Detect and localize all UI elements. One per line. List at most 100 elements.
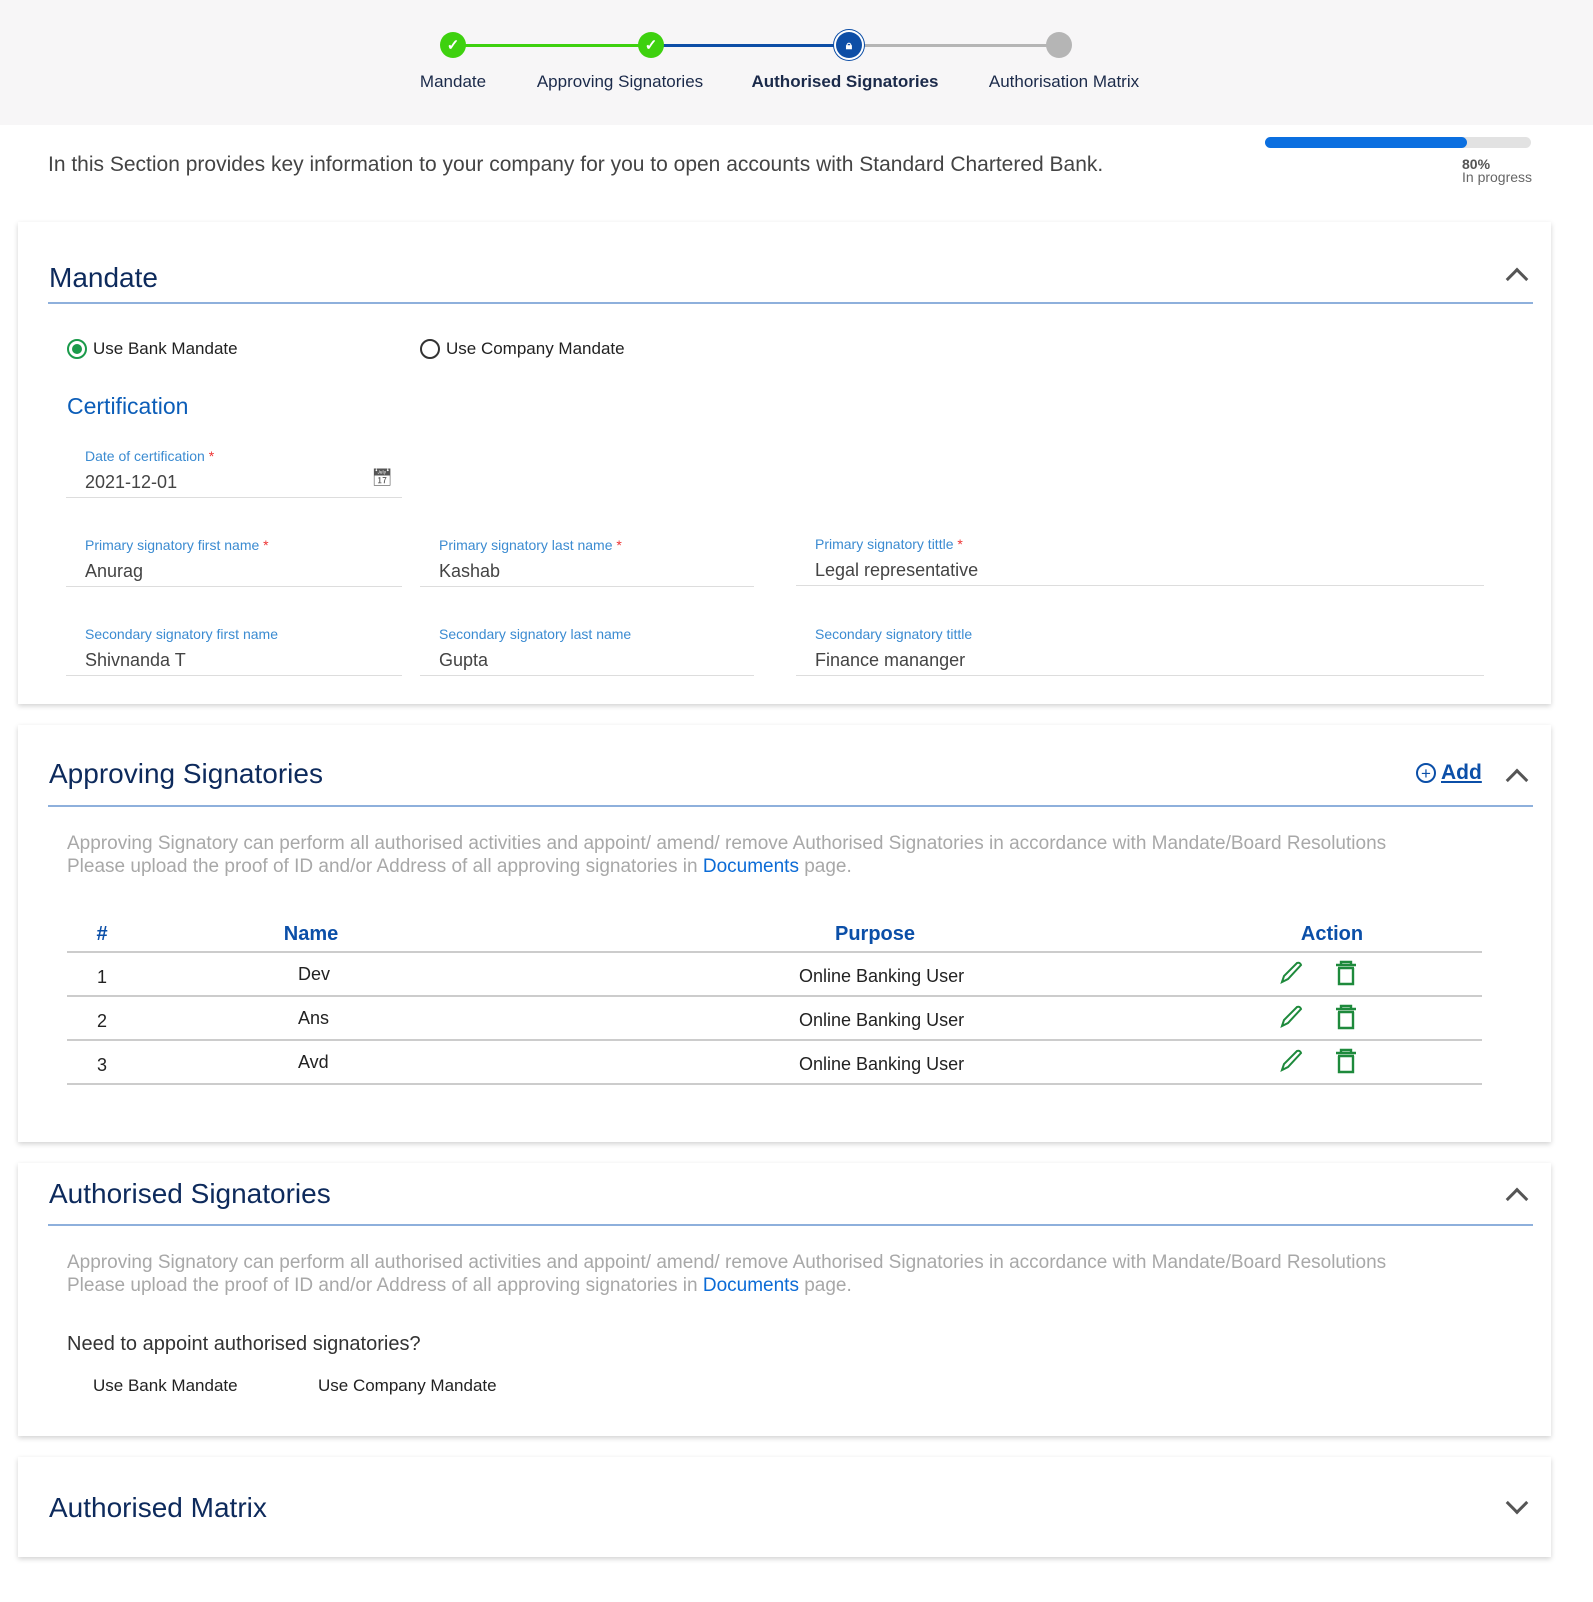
required-marker: *	[208, 448, 215, 464]
check-icon: ✓	[638, 32, 664, 58]
row-number: 2	[97, 1011, 108, 1031]
radio-unselected-icon	[420, 339, 440, 359]
certification-title: Certification	[67, 393, 189, 419]
step-approving-signatories[interactable]: Approving Signatories	[537, 72, 703, 92]
description-line: Approving Signatory can perform all auth…	[67, 1252, 1387, 1273]
documents-link[interactable]: Documents	[703, 1275, 799, 1296]
row-purpose: Online Banking User	[799, 1010, 965, 1030]
table-row: 1 Dev Online Banking User	[67, 953, 1482, 997]
pending-step-icon	[1046, 32, 1072, 58]
field-label: Primary signatory tittle	[815, 536, 954, 552]
edit-pencil-icon[interactable]	[1278, 1004, 1304, 1035]
secondary-title-field[interactable]: Secondary signatory tittle Finance manan…	[796, 616, 1484, 676]
stepper-connector	[651, 44, 849, 47]
field-label: Date of certification	[85, 448, 205, 464]
secondary-first-name-field[interactable]: Secondary signatory first name Shivnanda…	[66, 616, 402, 676]
edit-pencil-icon[interactable]	[1278, 960, 1304, 991]
field-value: Gupta	[439, 650, 489, 670]
option-company-mandate[interactable]: Use Company Mandate	[318, 1376, 497, 1396]
row-purpose: Online Banking User	[799, 1054, 965, 1074]
edit-pencil-icon[interactable]	[1278, 1048, 1304, 1079]
table-row: 3 Avd Online Banking User	[67, 1041, 1482, 1085]
field-value: Kashab	[439, 561, 501, 581]
radio-selected-icon	[67, 339, 87, 359]
radio-company-mandate[interactable]: Use Company Mandate	[420, 339, 625, 359]
divider	[48, 302, 1533, 304]
description-text: page.	[798, 856, 852, 877]
authorised-title: Authorised Signatories	[49, 1178, 331, 1209]
description-text: Please upload the proof of ID and/or Add…	[67, 1275, 703, 1296]
required-marker: *	[616, 537, 622, 553]
option-bank-mandate[interactable]: Use Bank Mandate	[93, 1376, 238, 1396]
row-name: Dev	[298, 964, 331, 984]
appoint-question: Need to appoint authorised signatories?	[67, 1333, 421, 1355]
divider	[48, 805, 1533, 807]
row-number: 3	[97, 1055, 108, 1075]
field-value: 2021-12-01	[85, 472, 178, 492]
step-mandate[interactable]: Mandate	[420, 72, 486, 92]
description-text: page.	[798, 1275, 852, 1296]
required-marker: *	[263, 537, 269, 553]
check-icon: ✓	[440, 32, 466, 58]
progress-bar	[1265, 137, 1531, 148]
field-label: Primary signatory last name	[439, 537, 613, 553]
row-name: Ans	[298, 1008, 330, 1028]
date-of-certification-field[interactable]: Date of certification * 2021-12-01 📅︎	[66, 438, 402, 498]
field-value: Finance mananger	[815, 650, 966, 670]
chevron-up-icon[interactable]	[1505, 768, 1529, 792]
calendar-icon[interactable]: 📅︎	[371, 468, 393, 488]
delete-trash-icon[interactable]	[1334, 1004, 1358, 1035]
stepper-connector	[453, 44, 651, 47]
plus-circle-icon: +	[1416, 763, 1436, 783]
required-marker: *	[957, 536, 963, 552]
chevron-up-icon[interactable]	[1505, 1187, 1529, 1211]
primary-title-field[interactable]: Primary signatory tittle * Legal represe…	[796, 526, 1484, 586]
matrix-title: Authorised Matrix	[49, 1492, 267, 1523]
field-value: Legal representative	[815, 560, 979, 580]
delete-trash-icon[interactable]	[1334, 960, 1358, 991]
progress-bar-fill	[1265, 137, 1468, 148]
documents-link[interactable]: Documents	[703, 856, 799, 877]
delete-trash-icon[interactable]	[1334, 1048, 1358, 1079]
field-label: Primary signatory first name	[85, 537, 260, 553]
field-label: Secondary signatory first name	[85, 626, 278, 642]
stepper-connector	[849, 44, 1059, 47]
field-label: Secondary signatory last name	[439, 626, 632, 642]
column-header-number: #	[96, 923, 108, 945]
progress-status: In progress	[1462, 169, 1533, 185]
lock-icon: 🔒︎	[836, 32, 862, 58]
description: Approving Signatory can perform all auth…	[67, 1251, 1386, 1297]
progress-stepper: ✓ ✓ 🔒︎ Mandate Approving Signatories Aut…	[0, 0, 1593, 125]
description-line: Approving Signatory can perform all auth…	[67, 833, 1387, 854]
primary-last-name-field[interactable]: Primary signatory last name * Kashab	[420, 527, 754, 587]
radio-label: Use Bank Mandate	[93, 339, 238, 358]
chevron-up-icon[interactable]	[1505, 267, 1529, 291]
mandate-title: Mandate	[49, 262, 158, 293]
authorised-signatories-card: Authorised Signatories Approving Signato…	[18, 1163, 1551, 1436]
approving-signatories-card: Approving Signatories + Add Approving Si…	[18, 725, 1551, 1142]
radio-bank-mandate[interactable]: Use Bank Mandate	[67, 339, 238, 359]
column-header-action: Action	[1300, 923, 1364, 945]
secondary-last-name-field[interactable]: Secondary signatory last name Gupta	[420, 616, 754, 676]
table-row: 2 Ans Online Banking User	[67, 997, 1482, 1041]
add-button[interactable]: + Add	[1416, 761, 1482, 785]
approving-title: Approving Signatories	[49, 758, 323, 789]
step-authorised-signatories[interactable]: Authorised Signatories	[751, 72, 938, 92]
column-header-name: Name	[283, 923, 339, 945]
description: Approving Signatory can perform all auth…	[67, 832, 1386, 878]
radio-label: Use Company Mandate	[446, 339, 625, 358]
row-purpose: Online Banking User	[799, 966, 965, 986]
step-authorisation-matrix[interactable]: Authorisation Matrix	[989, 72, 1139, 92]
row-number: 1	[97, 967, 108, 987]
divider	[48, 1224, 1533, 1226]
intro-text: In this Section provides key information…	[48, 153, 1104, 176]
primary-first-name-field[interactable]: Primary signatory first name * Anurag	[66, 527, 402, 587]
field-value: Anurag	[85, 561, 144, 581]
authorised-matrix-card: Authorised Matrix	[18, 1457, 1551, 1557]
description-text: Please upload the proof of ID and/or Add…	[67, 856, 703, 877]
mandate-card: Mandate Use Bank Mandate Use Company Man…	[18, 222, 1551, 704]
row-name: Avd	[298, 1052, 329, 1072]
field-value: Shivnanda T	[85, 650, 186, 670]
chevron-down-icon[interactable]	[1505, 1491, 1529, 1515]
add-label: Add	[1441, 761, 1482, 784]
